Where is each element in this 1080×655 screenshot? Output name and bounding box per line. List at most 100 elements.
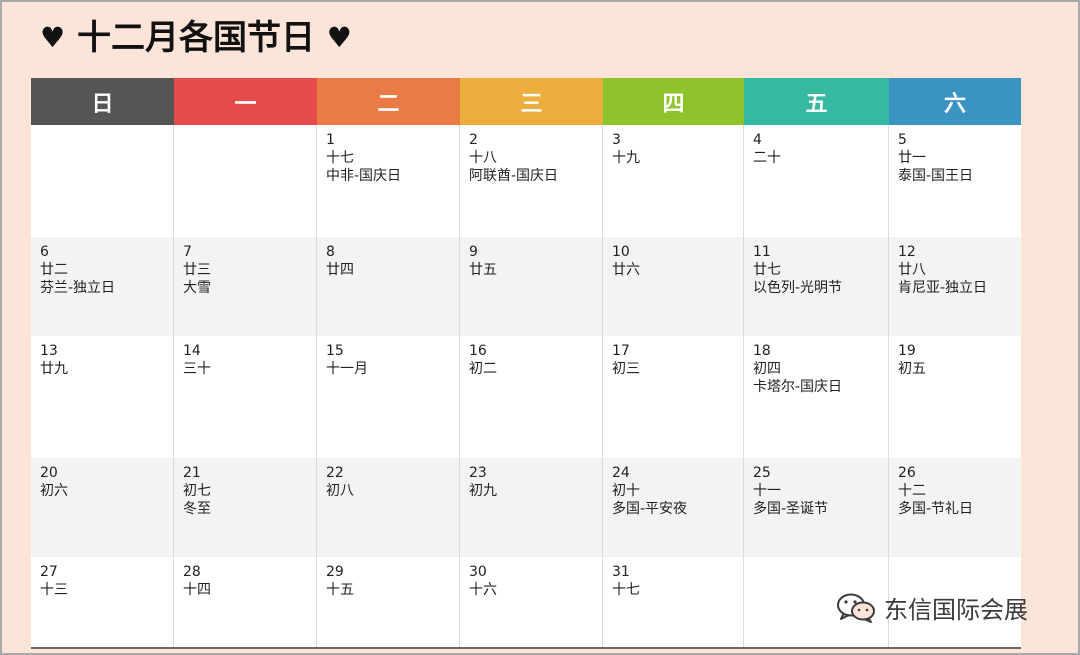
lunar-date: 十六: [469, 582, 497, 598]
watermark: 东信国际会展: [836, 590, 1028, 625]
calendar-day-cell: 23 初九: [460, 458, 603, 557]
lunar-date: 廿六: [612, 262, 640, 278]
day-number: 7: [183, 244, 192, 260]
calendar-week-row: 13 廿九 14 三十 15 十一月 16 初二 17 初三 18 初四 卡塔尔-国庆日 19 初五: [31, 336, 1021, 458]
day-number: 24: [612, 465, 630, 481]
lunar-date: 廿八: [898, 262, 926, 278]
holiday-label: 以色列-光明节: [753, 280, 843, 296]
holiday-label: 卡塔尔-国庆日: [753, 379, 843, 395]
day-number: 29: [326, 564, 344, 580]
day-number: 28: [183, 564, 201, 580]
day-number: 22: [326, 465, 344, 481]
calendar-day-cell: 30 十六: [460, 557, 603, 647]
lunar-date: 廿三: [183, 262, 211, 278]
lunar-date: 廿二: [40, 262, 68, 278]
calendar-day-cell: 6 廿二 芬兰-独立日: [31, 237, 174, 336]
calendar-day-cell: 28 十四: [174, 557, 317, 647]
calendar-week-row: 1 十七中非-国庆日 2 十八阿联酋-国庆日 3 十九 4 二十 5 廿一泰国-国王日: [31, 125, 1021, 237]
calendar-day-cell: 9 廿五: [460, 237, 603, 336]
watermark-text: 东信国际会展: [884, 596, 1028, 624]
day-number: 11: [753, 244, 771, 260]
day-number: 21: [183, 465, 201, 481]
lunar-date: 廿七: [753, 262, 781, 278]
calendar-week-row: 20 初六 21 初七 冬至 22 初八 23 初九 24 初十 多国-平安夜 25 十一 多国-圣诞节 26…: [31, 458, 1021, 557]
day-number: 18: [753, 343, 771, 359]
lunar-date: 十七: [326, 150, 354, 166]
weekday-header-cell: 日: [31, 78, 174, 125]
day-number: 17: [612, 343, 630, 359]
calendar-day-cell: 25 十一多国-圣诞节: [744, 458, 889, 557]
calendar-day-cell: 17 初三: [603, 336, 744, 458]
holiday-label: 多国-节礼日: [898, 501, 974, 517]
holiday-label: 泰国-国王日: [898, 168, 974, 184]
page-frame: ♥ 十二月各国节日 ♥ 日一二三四五六 1 十七中非-国庆日 2 十八阿联酋-国庆日 3…: [2, 2, 1078, 653]
holiday-label: 中非-国庆日: [326, 168, 402, 184]
lunar-date: 初十: [612, 483, 640, 499]
lunar-date: 廿四: [326, 262, 354, 278]
day-number: 5: [898, 132, 907, 148]
lunar-date: 十九: [612, 150, 640, 166]
lunar-date: 廿五: [469, 262, 497, 278]
calendar-day-cell: 26 十二 多国-节礼日: [889, 458, 1021, 557]
calendar-empty-cell: [31, 125, 174, 237]
wechat-icon: [837, 593, 875, 623]
day-number: 25: [753, 465, 771, 481]
weekday-header-cell: 四: [603, 78, 744, 125]
lunar-date: 初二: [469, 361, 497, 377]
heart-icon: ♥: [326, 21, 352, 54]
lunar-date: 十一月: [326, 361, 368, 377]
calendar-day-cell: 4 二十: [744, 125, 889, 237]
heart-icon: ♥: [40, 21, 66, 54]
lunar-date: 十三: [40, 582, 68, 598]
weekday-header-cell: 五: [744, 78, 889, 125]
calendar-day-cell: 22 初八: [317, 458, 460, 557]
day-number: 30: [469, 564, 487, 580]
calendar-day-cell: 1 十七中非-国庆日: [317, 125, 460, 237]
lunar-date: 初七: [183, 483, 211, 499]
day-number: 12: [898, 244, 916, 260]
calendar-day-cell: 27 十三: [31, 557, 174, 647]
day-number: 2: [469, 132, 478, 148]
day-number: 16: [469, 343, 487, 359]
day-number: 1: [326, 132, 335, 148]
holiday-label: 阿联酋-国庆日: [469, 168, 559, 184]
day-number: 26: [898, 465, 916, 481]
calendar-day-cell: 29 十五: [317, 557, 460, 647]
weekday-header: 日一二三四五六: [31, 78, 1021, 125]
calendar-body: 1 十七 中非-国庆日 2 十八 阿联酋-国庆日 3 十九 4 二十 5 廿一 泰国-国王日 6 廿二 芬兰-…: [31, 125, 1021, 647]
weekday-header-cell: 六: [889, 78, 1021, 125]
title-text: 十二月各国节日: [76, 18, 315, 58]
lunar-date: 初五: [898, 361, 926, 377]
calendar-day-cell: 7 廿三大雪: [174, 237, 317, 336]
day-number: 31: [612, 564, 630, 580]
day-number: 8: [326, 244, 335, 260]
holiday-label: 芬兰-独立日: [40, 280, 116, 296]
day-number: 13: [40, 343, 58, 359]
day-number: 4: [753, 132, 762, 148]
weekday-header-cell: 三: [460, 78, 603, 125]
calendar-day-cell: 24 初十 多国-平安夜: [603, 458, 744, 557]
calendar: 日一二三四五六 1 十七中非-国庆日 2 十八阿联酋-国庆日 3 十九 4 二十 5 廿一泰国-国…: [31, 78, 1021, 649]
day-number: 14: [183, 343, 201, 359]
calendar-day-cell: 14 三十: [174, 336, 317, 458]
holiday-label: 肯尼亚-独立日: [898, 280, 988, 296]
lunar-date: 十一: [753, 483, 781, 499]
calendar-day-cell: 18 初四卡塔尔-国庆日: [744, 336, 889, 458]
calendar-empty-cell: [174, 125, 317, 237]
calendar-day-cell: 3 十九: [603, 125, 744, 237]
calendar-day-cell: 8 廿四: [317, 237, 460, 336]
calendar-day-cell: 15 十一月: [317, 336, 460, 458]
lunar-date: 廿一: [898, 150, 926, 166]
lunar-date: 初八: [326, 483, 354, 499]
holiday-label: 多国-圣诞节: [753, 501, 829, 517]
lunar-date: 廿九: [40, 361, 68, 377]
lunar-date: 二十: [753, 150, 781, 166]
calendar-day-cell: 5 廿一泰国-国王日: [889, 125, 1021, 237]
calendar-day-cell: 21 初七 冬至: [174, 458, 317, 557]
lunar-date: 初四: [753, 361, 781, 377]
lunar-date: 十八: [469, 150, 497, 166]
calendar-day-cell: 13 廿九: [31, 336, 174, 458]
calendar-week-row: 6 廿二 芬兰-独立日 7 廿三 大雪 8 廿四 9 廿五 10 廿六 11 廿七 以色列-光明节 12 廿八肯…: [31, 237, 1021, 336]
holiday-label: 大雪: [183, 280, 211, 296]
weekday-header-cell: 二: [317, 78, 460, 125]
